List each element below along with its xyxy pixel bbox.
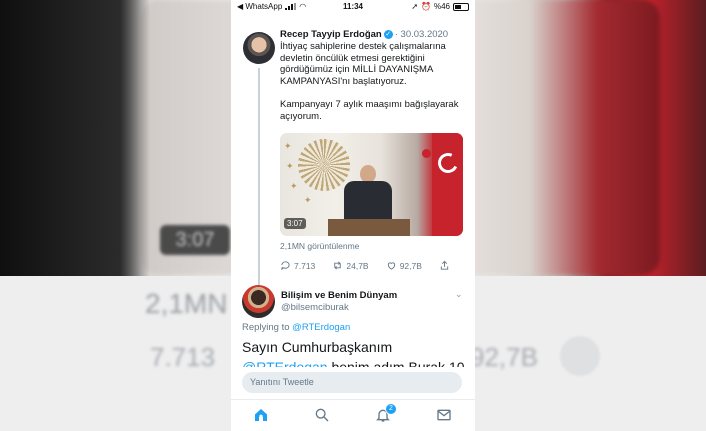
background-replies-blur: 7.713 <box>150 342 216 372</box>
avatar[interactable] <box>242 285 275 318</box>
tweet-date: · 30.03.2020 <box>394 29 449 40</box>
video-thumbnail[interactable]: ✦ ✦ ✦ ✦ 3:07 <box>280 133 463 236</box>
flag-image <box>432 133 463 236</box>
background-duration-blur: 3:07 <box>160 225 230 255</box>
location-icon: ➚ <box>411 2 419 11</box>
heart-icon <box>387 262 395 270</box>
star-icon: ✦ <box>284 141 292 151</box>
retweet-button[interactable]: 24,7B <box>332 260 369 271</box>
reply-author-handle: @bilsemciburak <box>281 302 349 313</box>
video-duration: 3:07 <box>284 218 306 229</box>
tab-home[interactable] <box>253 407 269 423</box>
like-count: 92,7B <box>399 260 422 271</box>
retweet-count: 24,7B <box>346 260 369 271</box>
home-icon <box>255 409 267 421</box>
battery-icon <box>453 2 469 11</box>
star-icon: ✦ <box>304 195 312 205</box>
thread-line <box>258 68 260 300</box>
view-count: 2,1MN görüntülenme <box>280 241 360 251</box>
emblem-icon <box>422 149 431 158</box>
author-name[interactable]: Recep Tayyip Erdoğan <box>280 29 382 40</box>
share-button[interactable] <box>439 260 450 271</box>
reply-button[interactable]: 7.713 <box>280 260 315 271</box>
status-bar: ◀ WhatsApp ◠ 11:34 ➚ ⏰ %46 <box>231 0 475 14</box>
star-icon: ✦ <box>290 181 298 191</box>
reply-text: Sayın Cumhurbaşkanım <box>242 339 393 355</box>
like-button[interactable]: 92,7B <box>386 260 422 271</box>
background-likes-blur: 92,7B <box>470 342 538 372</box>
tweet-header: Recep Tayyip Erdoğan ✓ · 30.03.2020 <box>280 29 448 40</box>
share-icon <box>440 260 449 270</box>
reply-author-name[interactable]: Bilişim ve Benim Dünyam <box>281 290 397 301</box>
background-share-blur <box>560 336 600 376</box>
mail-icon <box>437 409 451 421</box>
retweet-icon <box>334 261 342 270</box>
star-icon: ✦ <box>286 161 294 171</box>
reply-count: 7.713 <box>294 260 316 271</box>
chevron-down-icon[interactable]: ⌄ <box>455 289 463 300</box>
battery-percent: %46 <box>433 2 450 11</box>
tab-messages[interactable] <box>436 407 452 423</box>
reply-icon <box>281 261 290 271</box>
alarm-icon: ⏰ <box>421 2 431 11</box>
tweet-text: İhtiyaç sahiplerine destek çalışmalarına… <box>280 41 459 122</box>
mention-link[interactable]: @RTErdogan <box>292 322 350 333</box>
reply-text-continued: @RTErdogan benim adım Burak 10 <box>242 359 465 367</box>
avatar[interactable] <box>243 32 275 64</box>
phone-screen: ◀ WhatsApp ◠ 11:34 ➚ ⏰ %46 Recep Tayyip … <box>231 0 475 431</box>
replying-to: Replying to @RTErdogan <box>242 322 351 333</box>
notification-badge: 2 <box>385 403 397 415</box>
search-icon <box>315 408 329 422</box>
podium <box>328 219 410 236</box>
tweet-actions: 7.713 24,7B 92,7B <box>280 260 450 271</box>
verified-icon: ✓ <box>383 29 393 39</box>
tab-bar: 2 <box>231 399 475 431</box>
tab-notifications[interactable]: 2 <box>375 403 397 423</box>
compose-bar: Yanıtını Tweetle <box>231 367 475 397</box>
tab-search[interactable] <box>314 407 330 423</box>
reply-input[interactable]: Yanıtını Tweetle <box>242 372 462 393</box>
